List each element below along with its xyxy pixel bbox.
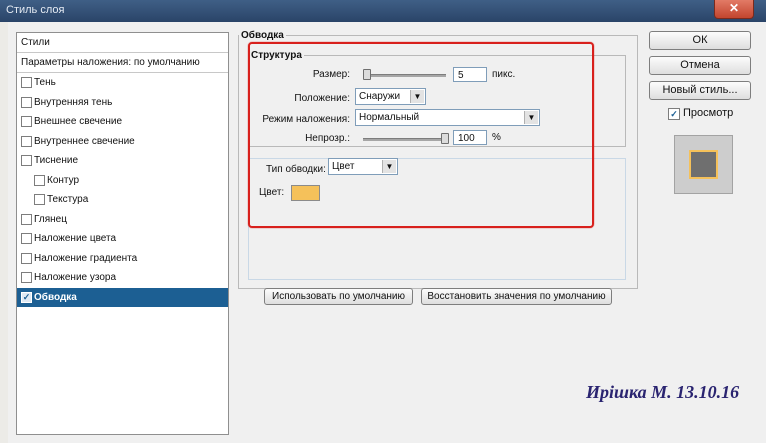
- title-bar: Стиль слоя ✕: [0, 0, 766, 22]
- style-item[interactable]: Наложение цвета: [17, 229, 228, 248]
- style-item-label: Внешнее свечение: [34, 116, 123, 127]
- style-checkbox[interactable]: [21, 272, 32, 283]
- style-checkbox[interactable]: [21, 135, 32, 147]
- stroke-title: Обводка: [241, 30, 284, 41]
- style-checkbox[interactable]: [21, 233, 32, 244]
- blend-options-label: Параметры наложения: по умолчанию: [21, 57, 200, 68]
- reset-defaults-button[interactable]: Восстановить значения по умолчанию: [421, 288, 612, 305]
- style-checkbox[interactable]: [21, 116, 32, 127]
- use-default-button[interactable]: Использовать по умолчанию: [264, 288, 413, 305]
- styles-header[interactable]: Стили: [17, 33, 228, 53]
- blend-options-item[interactable]: Параметры наложения: по умолчанию: [17, 53, 228, 73]
- style-checkbox[interactable]: ✓: [21, 291, 32, 303]
- style-checkbox[interactable]: [34, 194, 45, 205]
- style-item-label: Наложение узора: [34, 272, 117, 283]
- style-item-label: Внутренняя тень: [34, 96, 113, 108]
- style-item[interactable]: Тиснение: [17, 151, 228, 170]
- style-item[interactable]: ✓ Обводка: [17, 287, 228, 307]
- preview-stroke-sample: [689, 150, 718, 179]
- style-item-label: Тиснение: [34, 155, 79, 166]
- style-checkbox[interactable]: [21, 96, 32, 108]
- new-style-button[interactable]: Новый стиль...: [649, 81, 751, 100]
- style-item-label: Контур: [47, 174, 80, 186]
- close-button[interactable]: ✕: [714, 0, 754, 19]
- style-item[interactable]: Внутреннее свечение: [17, 132, 228, 151]
- style-item[interactable]: Наложение узора: [17, 268, 228, 287]
- style-preview-thumbnail: [674, 135, 733, 194]
- style-item[interactable]: Контур: [17, 171, 228, 190]
- signature-watermark: Ирішка М. 13.10.16: [586, 382, 740, 402]
- preview-toggle[interactable]: ✓ Просмотр: [668, 107, 758, 121]
- style-item[interactable]: Внутренняя тень: [17, 93, 228, 112]
- style-item-label: Тень: [34, 77, 56, 88]
- ok-button[interactable]: ОК: [649, 31, 751, 50]
- style-item-label: Наложение цвета: [34, 233, 117, 244]
- style-item[interactable]: Глянец: [17, 210, 228, 229]
- window-title: Стиль слоя: [6, 4, 65, 16]
- styles-header-label: Стили: [21, 37, 50, 48]
- style-item-label: Внутреннее свечение: [34, 135, 135, 147]
- style-item[interactable]: Внешнее свечение: [17, 112, 228, 131]
- preview-checkbox[interactable]: ✓: [668, 108, 680, 120]
- style-item[interactable]: Тень: [17, 73, 228, 92]
- style-checkbox[interactable]: [34, 174, 45, 186]
- preview-label: Просмотр: [683, 107, 734, 119]
- layer-style-dialog: Стили Параметры наложения: по умолчанию …: [8, 22, 766, 443]
- style-item-label: Текстура: [47, 194, 89, 205]
- styles-list: Стили Параметры наложения: по умолчанию …: [16, 32, 229, 435]
- style-item[interactable]: Наложение градиента: [17, 249, 228, 268]
- style-item-label: Обводка: [34, 291, 77, 303]
- style-checkbox[interactable]: [21, 77, 32, 88]
- style-item-label: Глянец: [34, 213, 67, 225]
- style-checkbox[interactable]: [21, 252, 32, 264]
- style-item[interactable]: Текстура: [17, 190, 228, 209]
- style-checkbox[interactable]: [21, 155, 32, 166]
- cancel-button[interactable]: Отмена: [649, 56, 751, 75]
- highlight-annotation: [248, 42, 594, 228]
- close-icon: ✕: [728, 1, 740, 15]
- style-item-label: Наложение градиента: [34, 252, 138, 264]
- style-checkbox[interactable]: [21, 213, 32, 225]
